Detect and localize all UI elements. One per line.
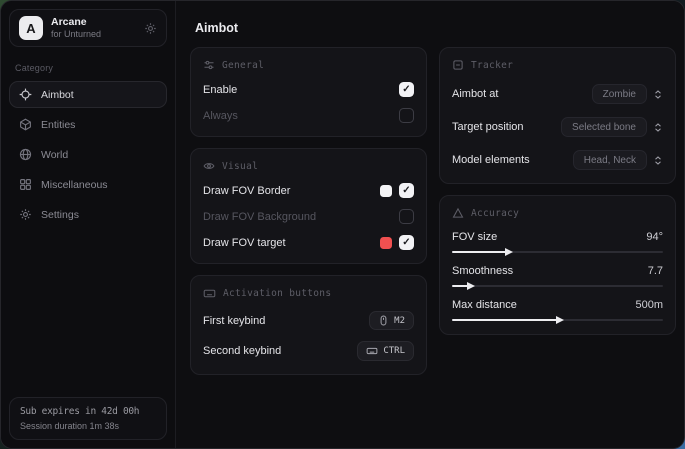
sub-expiry-text: Sub expires in 42d 00h — [20, 406, 156, 417]
gear-icon[interactable] — [144, 22, 157, 35]
draw-fov-target-label: Draw FOV target — [203, 237, 286, 249]
enable-checkbox[interactable]: ✓ — [399, 82, 414, 97]
activation-buttons-card: Activation buttons First keybind M2 — [190, 275, 427, 375]
sidebar-item-label: World — [41, 149, 68, 161]
smoothness-slider[interactable] — [452, 285, 663, 287]
first-keybind-button[interactable]: M2 — [369, 311, 414, 330]
keyboard-icon — [366, 345, 378, 357]
sidebar-item-world[interactable]: World — [9, 141, 167, 168]
fov-target-color-swatch[interactable] — [380, 237, 392, 249]
draw-fov-border-label: Draw FOV Border — [203, 185, 290, 197]
model-elements-label: Model elements — [452, 154, 530, 166]
max-distance-group: Max distance 500m — [452, 299, 663, 321]
card-title: General — [222, 60, 264, 71]
slider-thumb[interactable] — [556, 316, 564, 324]
triangle-icon — [452, 207, 464, 219]
sidebar-item-aimbot[interactable]: Aimbot — [9, 81, 167, 108]
grid-icon — [19, 178, 32, 191]
cube-icon — [19, 118, 32, 131]
card-title: Visual — [222, 161, 258, 172]
aimbot-at-label: Aimbot at — [452, 88, 498, 100]
fov-size-slider[interactable] — [452, 251, 663, 253]
unfold-icon[interactable] — [653, 122, 663, 133]
draw-fov-background-checkbox[interactable] — [399, 209, 414, 224]
max-distance-value: 500m — [635, 299, 663, 311]
sidebar-item-label: Aimbot — [41, 89, 74, 101]
fov-size-value: 94° — [646, 231, 663, 243]
sidebar-item-entities[interactable]: Entities — [9, 111, 167, 138]
fov-size-label: FOV size — [452, 231, 497, 243]
session-duration-text: Session duration 1m 38s — [20, 421, 156, 431]
draw-fov-target-checkbox[interactable]: ✓ — [399, 235, 414, 250]
second-keybind-button[interactable]: CTRL — [357, 341, 414, 361]
card-title: Tracker — [471, 60, 513, 71]
slider-thumb[interactable] — [505, 248, 513, 256]
keybind-value: M2 — [394, 316, 405, 326]
unfold-icon[interactable] — [653, 155, 663, 166]
category-label: Category — [15, 63, 167, 73]
crosshair-icon — [19, 88, 32, 101]
sliders-icon — [203, 59, 215, 71]
brand-logo: A — [19, 16, 43, 40]
sidebar: A Arcane for Unturned Category — [1, 1, 176, 448]
slider-thumb[interactable] — [467, 282, 475, 290]
eye-icon — [203, 160, 215, 172]
target-position-dropdown[interactable]: Selected bone — [561, 117, 647, 137]
model-elements-dropdown[interactable]: Head, Neck — [573, 150, 647, 170]
max-distance-label: Max distance — [452, 299, 517, 311]
aimbot-at-dropdown[interactable]: Zombie — [592, 84, 647, 104]
card-title: Accuracy — [471, 208, 519, 219]
sidebar-item-label: Miscellaneous — [41, 179, 108, 191]
target-position-label: Target position — [452, 121, 524, 133]
globe-icon — [19, 148, 32, 161]
fov-size-group: FOV size 94° — [452, 231, 663, 253]
first-keybind-label: First keybind — [203, 315, 265, 327]
always-label: Always — [203, 110, 238, 122]
page-title: Aimbot — [195, 21, 676, 35]
sidebar-item-label: Entities — [41, 119, 75, 131]
smoothness-group: Smoothness 7.7 — [452, 265, 663, 287]
smoothness-label: Smoothness — [452, 265, 513, 277]
unfold-icon[interactable] — [653, 89, 663, 100]
sidebar-item-label: Settings — [41, 209, 79, 221]
visual-card: Visual Draw FOV Border ✓ Draw FOV Backgr… — [190, 148, 427, 264]
brand-subtitle: for Unturned — [51, 29, 136, 39]
scan-icon — [452, 59, 464, 71]
sidebar-item-miscellaneous[interactable]: Miscellaneous — [9, 171, 167, 198]
card-title: Activation buttons — [223, 288, 331, 299]
second-keybind-label: Second keybind — [203, 345, 281, 357]
mouse-icon — [378, 315, 389, 326]
general-card: General Enable ✓ Always — [190, 47, 427, 137]
keybind-value: CTRL — [383, 346, 405, 356]
fov-border-color-swatch[interactable] — [380, 185, 392, 197]
gear-icon — [19, 208, 32, 221]
app-window: A Arcane for Unturned Category — [0, 0, 685, 449]
brand-name: Arcane — [51, 16, 136, 28]
always-checkbox[interactable] — [399, 108, 414, 123]
main-panel: Aimbot General — [176, 1, 685, 448]
sidebar-item-settings[interactable]: Settings — [9, 201, 167, 228]
draw-fov-background-label: Draw FOV Background — [203, 211, 316, 223]
accuracy-card: Accuracy FOV size 94° — [439, 195, 676, 335]
enable-label: Enable — [203, 84, 237, 96]
smoothness-value: 7.7 — [648, 265, 663, 277]
brand-text: Arcane for Unturned — [51, 16, 136, 39]
draw-fov-border-checkbox[interactable]: ✓ — [399, 183, 414, 198]
max-distance-slider[interactable] — [452, 319, 663, 321]
sidebar-nav: Aimbot Entities — [9, 81, 167, 228]
tracker-card: Tracker Aimbot at Zombie — [439, 47, 676, 184]
brand-card: A Arcane for Unturned — [9, 9, 167, 47]
keyboard-icon — [203, 287, 216, 300]
subscription-info-card: Sub expires in 42d 00h Session duration … — [9, 397, 167, 440]
